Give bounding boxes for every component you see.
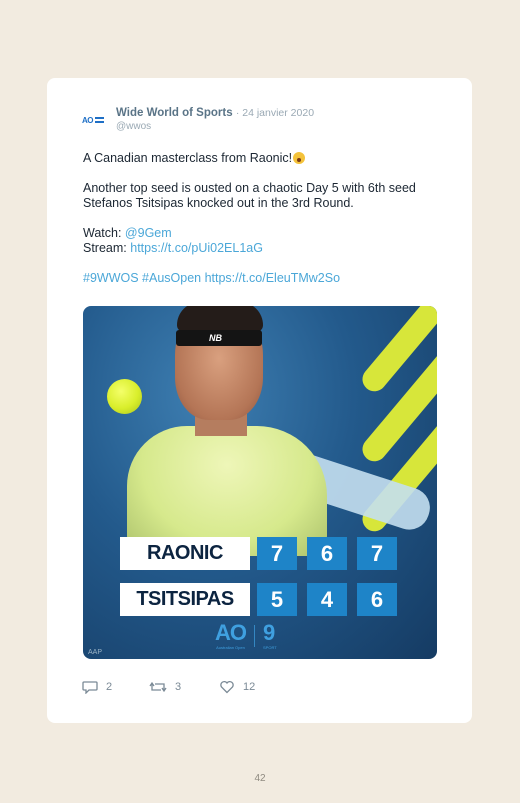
set-score: 7 [357,537,397,570]
like-count: 12 [243,681,256,693]
player-hair [177,306,263,332]
like-button[interactable]: 12 [219,680,255,694]
wwos-logo-icon: AO [82,114,110,126]
set-score: 4 [307,583,347,616]
tweet-line-2a: Another top seed is ousted on a chaotic … [83,181,416,195]
tweet-card: AO Wide World of Sports · 24 janvier 202… [47,78,472,723]
set-score: 6 [357,583,397,616]
logo-divider [254,625,255,647]
hashtags-link[interactable]: #9WWOS #AusOpen https://t.co/EleuTMw2So [83,271,453,286]
author-handle[interactable]: @wwos [116,121,151,132]
player-name: TSITSIPAS [120,583,250,616]
tweet-text: A Canadian masterclass from Raonic! Anot… [83,151,453,286]
tweet-line-2b: Stefanos Tsitsipas knocked out in the 3r… [83,196,354,210]
retweet-button[interactable]: 3 [149,680,181,694]
astonished-face-emoji-icon [293,152,306,164]
photo-credit: AAP [88,649,103,656]
tweet-date: · 24 janvier 2020 [235,107,315,119]
watch-mention-link[interactable]: @9Gem [125,226,172,240]
tweet-line-1: A Canadian masterclass from Raonic! [83,151,293,165]
reply-icon [82,680,98,694]
heart-icon [219,680,235,694]
player-headband: NB [176,330,262,346]
author-name-text: Wide World of Sports [116,107,233,119]
set-score: 5 [257,583,297,616]
watch-label: Watch: [83,226,125,240]
set-score: 6 [307,537,347,570]
reply-button[interactable]: 2 [82,680,112,694]
stream-label: Stream: [83,241,131,255]
set-score: 7 [257,537,297,570]
headband-logo: NB [209,333,222,343]
tweet-media-image[interactable]: NB RAONIC 7 6 7 TSITSIPAS 5 4 6 AO Austr… [83,306,437,659]
stream-link[interactable]: https://t.co/pUi02EL1aG [130,241,263,255]
author-name[interactable]: Wide World of Sports · 24 janvier 2020 [116,107,314,119]
broadcast-logos: AO Australian Open 9 SPORT [215,619,277,650]
australian-open-logo: AO Australian Open [215,619,247,650]
reply-count: 2 [106,681,113,693]
retweet-count: 3 [175,681,182,693]
tennis-ball [107,379,142,414]
retweet-icon [149,680,167,694]
nine-sport-logo: 9 SPORT [263,619,277,650]
page-number: 42 [254,773,266,784]
player-name: RAONIC [120,537,250,570]
